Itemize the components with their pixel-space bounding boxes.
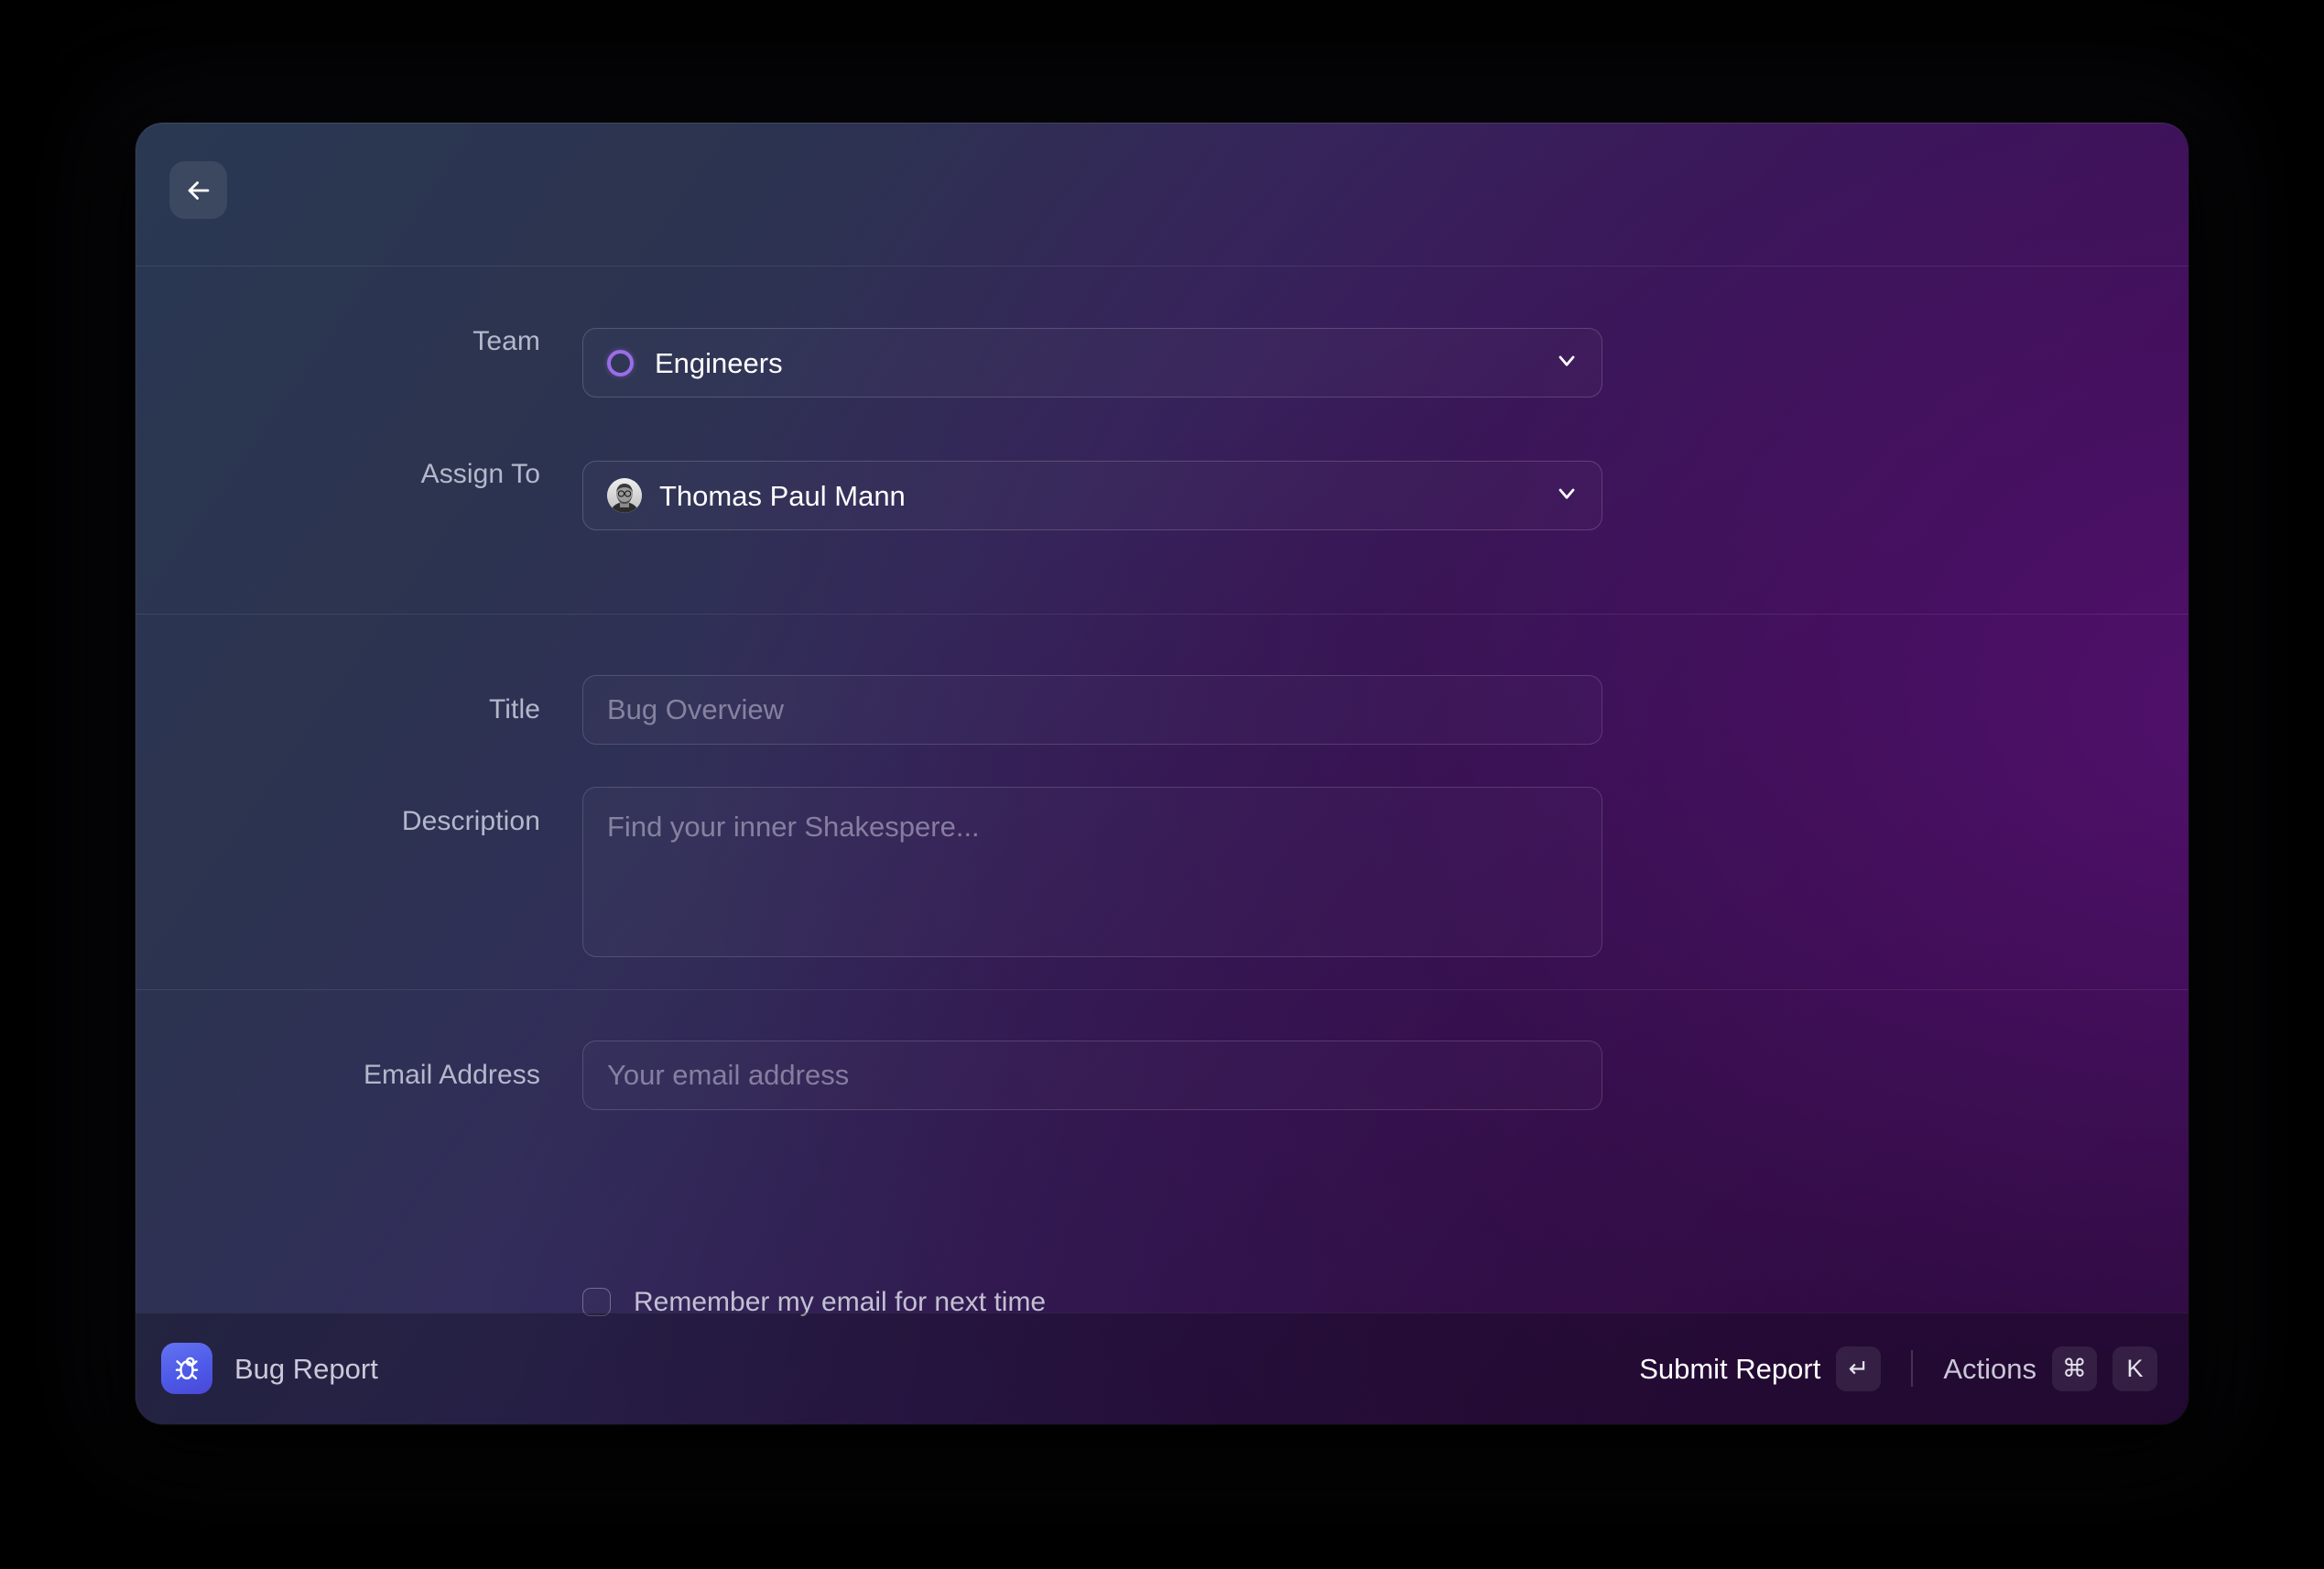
team-select[interactable]: Engineers	[582, 328, 1602, 398]
title-input[interactable]	[582, 675, 1602, 745]
divider-section-1	[136, 614, 2188, 615]
email-field[interactable]	[582, 1041, 1602, 1110]
submit-report-label: Submit Report	[1639, 1355, 1820, 1383]
title-label: Title	[136, 675, 582, 745]
team-selected-value: Engineers	[655, 349, 783, 377]
submit-report-button[interactable]: Submit Report ↵	[1639, 1346, 1881, 1391]
chevron-down-icon	[1554, 481, 1580, 511]
k-key-badge: K	[2112, 1346, 2157, 1391]
assign-to-control: Thomas Paul Mann	[582, 461, 1602, 530]
arrow-left-icon	[183, 175, 214, 206]
divider-header	[136, 266, 2188, 267]
footer-right: Submit Report ↵ Actions ⌘ K	[1639, 1346, 2157, 1391]
description-control	[582, 787, 1602, 962]
team-label: Team	[136, 328, 582, 355]
description-label: Description	[136, 787, 582, 856]
assign-to-selected-value: Thomas Paul Mann	[659, 482, 906, 510]
description-textarea[interactable]	[582, 787, 1602, 957]
footer-separator	[1911, 1350, 1913, 1387]
form-row-description: Description	[136, 787, 1602, 962]
title-control	[582, 675, 1602, 745]
screenshot-root: Team Engineers Assign To	[0, 0, 2324, 1569]
actions-label: Actions	[1943, 1355, 2036, 1383]
email-control	[582, 1041, 1602, 1110]
window-header	[136, 123, 2188, 266]
form-row-email: Email Address	[136, 1041, 1602, 1110]
form-row-team: Team Engineers	[136, 328, 1602, 398]
bug-report-window: Team Engineers Assign To	[136, 123, 2188, 1424]
command-key-badge: ⌘	[2052, 1346, 2097, 1391]
divider-section-2	[136, 989, 2188, 990]
avatar	[607, 478, 642, 513]
app-name: Bug Report	[234, 1355, 378, 1383]
email-address-label: Email Address	[136, 1041, 582, 1110]
form-row-assign-to: Assign To	[136, 461, 1602, 530]
actions-button[interactable]: Actions ⌘ K	[1943, 1346, 2157, 1391]
team-control: Engineers	[582, 328, 1602, 398]
assign-to-label: Assign To	[136, 461, 582, 488]
assign-to-select[interactable]: Thomas Paul Mann	[582, 461, 1602, 530]
team-indicator-icon	[607, 350, 634, 376]
form-row-title: Title	[136, 675, 1602, 745]
window-footer: Bug Report Submit Report ↵ Actions ⌘ K	[136, 1313, 2188, 1424]
footer-left: Bug Report	[161, 1343, 378, 1394]
enter-key-badge: ↵	[1836, 1346, 1881, 1391]
back-button[interactable]	[169, 161, 227, 219]
bug-icon	[161, 1343, 212, 1394]
remember-email-label: Remember my email for next time	[634, 1289, 1046, 1316]
chevron-down-icon	[1554, 348, 1580, 378]
